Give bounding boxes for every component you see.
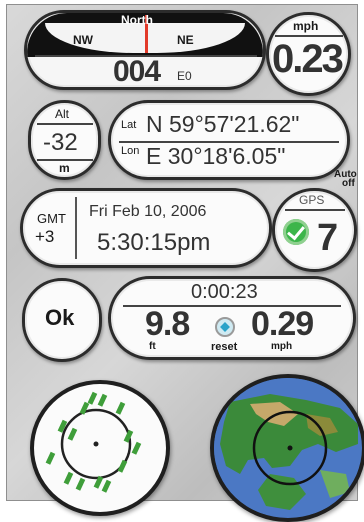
gps-status-widget[interactable]: GPS 7 [272,188,357,272]
timezone-label: GMT [37,211,66,226]
gps-label: GPS [299,193,325,207]
average-speed-unit: mph [271,341,293,352]
speed-unit: mph [293,19,319,33]
lat-value: N 59°57'21.62" [146,111,300,137]
gps-fix-icon [283,219,309,245]
date-value: Fri Feb 10, 2006 [89,203,207,220]
lon-value: E 30°18'6.05" [146,143,286,169]
map-view[interactable] [210,374,364,522]
heading-suffix: E0 [177,69,192,83]
speed-widget[interactable]: mph 0.23 [266,12,351,96]
ok-button-label: Ok [45,305,75,330]
elapsed-time: 0:00:23 [191,281,258,303]
ne-label: NE [177,33,194,47]
compass-widget[interactable]: North NW NE 004 E0 [24,10,266,90]
speed-value: 0.23 [272,37,344,81]
auto-off-toggle[interactable]: Auto off [334,170,357,189]
reset-button[interactable]: reset [211,341,237,353]
heading-value: 004 [113,55,161,88]
position-widget[interactable]: Lat N 59°57'21.62" Lon E 30°18'6.05" [108,100,350,180]
trip-widget[interactable]: 0:00:23 9.8 ft reset 0.29 mph [108,276,356,360]
reset-icon[interactable] [215,317,235,337]
timezone-offset: +3 [35,227,55,246]
altitude-value: -32 [43,129,78,156]
datetime-widget[interactable]: GMT +3 Fri Feb 10, 2006 5:30:15pm [20,188,272,268]
trip-distance-unit: ft [149,341,156,352]
average-speed: 0.29 [251,305,314,343]
time-value: 5:30:15pm [97,229,211,256]
altitude-widget[interactable]: Alt -32 m [28,100,101,180]
north-label: North [121,13,153,27]
lat-label: Lat [121,119,137,131]
trip-distance: 9.8 [145,305,190,343]
altitude-unit: m [59,161,70,175]
lon-label: Lon [121,145,140,157]
nw-label: NW [73,33,93,47]
satellite-sky-view[interactable] [30,380,170,516]
satellite-count: 7 [317,217,339,259]
ok-button[interactable]: Ok [22,278,102,362]
auto-off-line2: off [342,178,355,189]
timezone-divider [75,197,77,259]
altitude-label: Alt [55,107,70,121]
